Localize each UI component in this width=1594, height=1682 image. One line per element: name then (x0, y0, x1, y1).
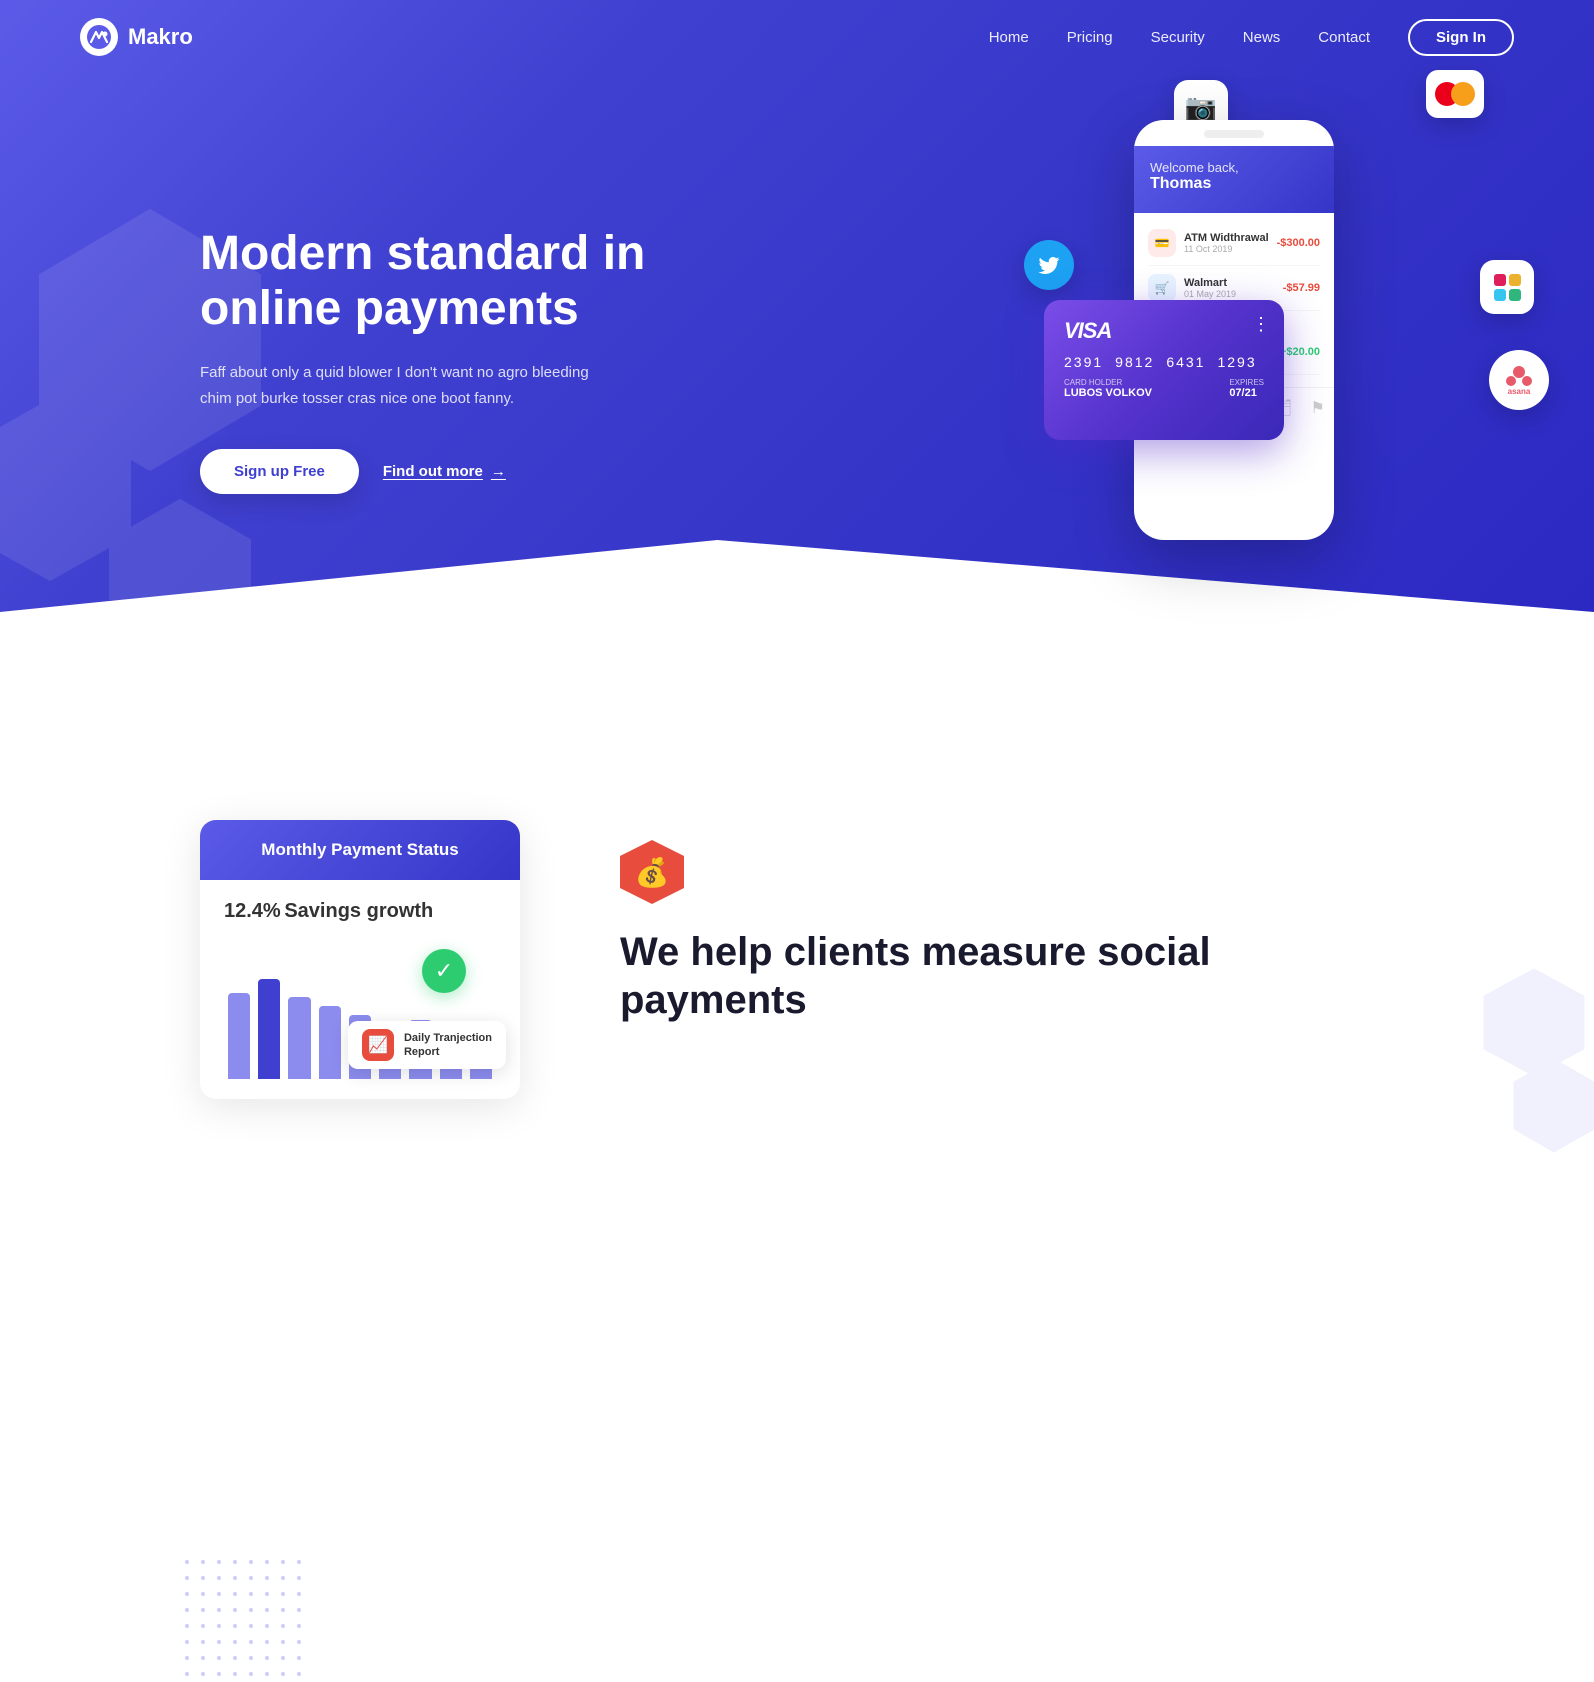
signup-button[interactable]: Sign up Free (200, 449, 359, 494)
tx-date: 01 May 2019 (1184, 289, 1283, 299)
daily-report-text: Daily TranjectionReport (404, 1031, 492, 1060)
mastercard-float-icon (1426, 70, 1484, 118)
savings-growth: 12.4% Savings growth (224, 900, 496, 923)
hero-section: Makro Home Pricing Security News Contact… (0, 0, 1594, 660)
navbar: Makro Home Pricing Security News Contact… (0, 0, 1594, 74)
payment-card: Monthly Payment Status 12.4% Savings gro… (200, 820, 520, 1099)
phone-header: Welcome back, Thomas (1134, 146, 1334, 213)
slack-float-icon (1480, 260, 1534, 314)
phone-username: Thomas (1150, 175, 1318, 193)
daily-report-icon: 📈 (362, 1029, 394, 1061)
chart-bar (258, 979, 280, 1079)
visa-logo: VISA (1064, 318, 1111, 344)
hero-content: Modern standard in online payments Faff … (200, 226, 760, 494)
nav-security[interactable]: Security (1151, 29, 1205, 46)
signin-button[interactable]: Sign In (1408, 19, 1514, 56)
hexagon-badge-icon: 💰 (620, 840, 684, 904)
chart-bar (228, 993, 250, 1079)
payment-card-body: 12.4% Savings growth ✓ 📈 Daily Tranjecti… (200, 880, 520, 1099)
spacer (0, 660, 1594, 740)
logo[interactable]: Makro (80, 18, 193, 56)
check-badge: ✓ (422, 949, 466, 993)
nav-contact[interactable]: Contact (1318, 29, 1370, 46)
tx-amount: -$57.99 (1283, 282, 1320, 294)
tx-icon: 🛒 (1148, 274, 1176, 302)
tx-amount: -$300.00 (1277, 237, 1320, 249)
hero-visual: 📷 asana (1054, 60, 1514, 660)
chart-bar (319, 1006, 341, 1079)
chart-area: ✓ 📈 Daily TranjectionReport (224, 939, 496, 1079)
findout-button[interactable]: Find out more → (383, 463, 506, 480)
arrow-icon: → (491, 463, 506, 480)
nav-home[interactable]: Home (989, 29, 1029, 46)
hero-buttons: Sign up Free Find out more → (200, 449, 760, 494)
phone-notch (1204, 130, 1264, 138)
tx-name: Walmart (1184, 277, 1283, 289)
visa-menu-icon[interactable]: ⋮ (1252, 314, 1270, 335)
payment-card-header: Monthly Payment Status (200, 820, 520, 880)
asana-float-icon: asana (1489, 350, 1549, 410)
visa-card: VISA ⋮ 2391 9812 6431 1293 CARD HOLDER L… (1044, 300, 1284, 440)
phone-flag-icon[interactable]: ⚑ (1310, 398, 1324, 422)
visa-number: 2391 9812 6431 1293 (1064, 354, 1264, 370)
nav-links: Home Pricing Security News Contact Sign … (989, 19, 1514, 56)
bottom-right-decoration (1474, 959, 1594, 1159)
nav-news[interactable]: News (1243, 29, 1281, 46)
phone-welcome: Welcome back, (1150, 160, 1318, 175)
tx-date: 11 Oct 2019 (1184, 244, 1277, 254)
right-content: 💰 We help clients measure social payment… (620, 820, 1394, 1024)
brand-name: Makro (128, 24, 193, 50)
visa-meta: CARD HOLDER LUBOS VOLKOV EXPIRES 07/21 (1064, 378, 1264, 399)
hero-title: Modern standard in online payments (200, 226, 760, 336)
bottom-section: // generate dots inline Monthly Payment … (0, 740, 1594, 1159)
right-title: We help clients measure social payments (620, 928, 1394, 1024)
daily-report-card: 📈 Daily TranjectionReport (348, 1021, 506, 1069)
chart-bar (288, 997, 310, 1079)
tx-icon: 💳 (1148, 229, 1176, 257)
logo-icon (80, 18, 118, 56)
tx-name: ATM Widthrawal (1184, 232, 1277, 244)
nav-pricing[interactable]: Pricing (1067, 29, 1113, 46)
twitter-float-icon (1024, 240, 1074, 290)
table-row: 💳 ATM Widthrawal 11 Oct 2019 -$300.00 (1148, 221, 1320, 266)
dot-grid-decoration: // generate dots inline (185, 1560, 307, 1682)
hero-description: Faff about only a quid blower I don't wa… (200, 360, 620, 411)
tx-amount: +$20.00 (1280, 346, 1320, 358)
